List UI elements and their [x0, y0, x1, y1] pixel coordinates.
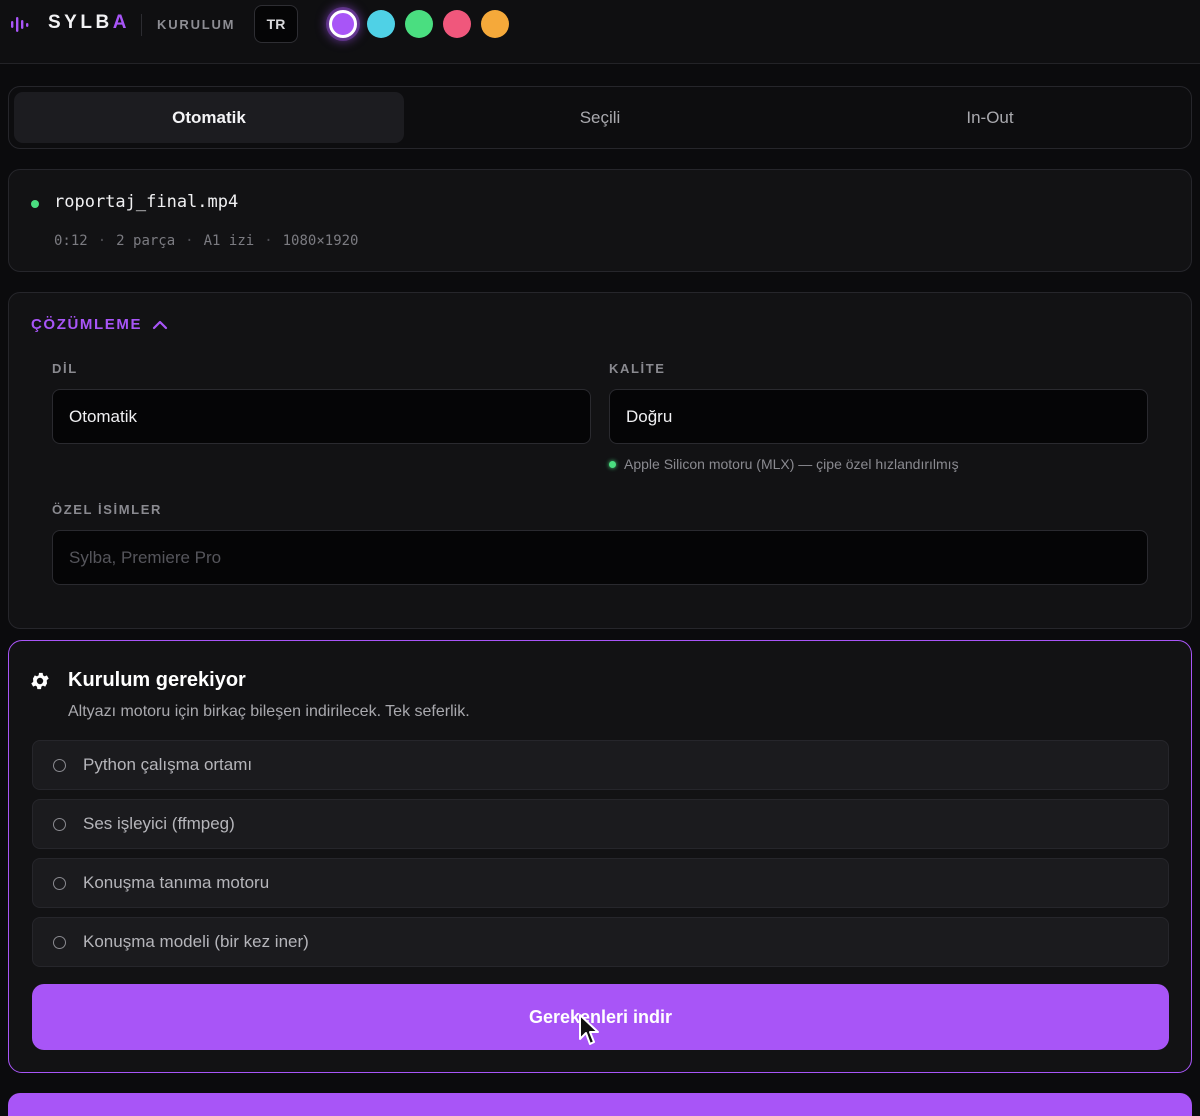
requirement-item: Ses işleyici (ffmpeg) [32, 799, 1169, 849]
file-duration: 0:12 [54, 233, 88, 249]
file-card: roportaj_final.mp4 0:12 · 2 parça · A1 i… [8, 169, 1192, 272]
theme-swatch-pink[interactable] [443, 10, 471, 38]
theme-swatch-purple[interactable] [329, 10, 357, 38]
gear-icon [31, 672, 49, 690]
file-parts: 2 parça [116, 233, 176, 249]
resolution-title: ÇÖZÜMLEME [31, 316, 143, 333]
custom-names-input[interactable]: Sylba, Premiere Pro [52, 530, 1148, 585]
language-label: DİL [52, 361, 78, 376]
resolution-panel: ÇÖZÜMLEME DİL Otomatik KALİTE Doğru Appl… [8, 292, 1192, 629]
requirement-label: Python çalışma ortamı [83, 755, 253, 774]
requirement-label: Konuşma tanıma motoru [83, 873, 270, 892]
brand-logo: SYLBA [48, 12, 130, 33]
download-requirements-button[interactable]: Gerekenleri indir [32, 984, 1169, 1050]
file-meta: 0:12 · 2 parça · A1 izi · 1080×1920 [54, 233, 359, 249]
resolution-toggle[interactable]: ÇÖZÜMLEME [31, 316, 168, 333]
setup-title: Kurulum gerekiyor [68, 669, 246, 691]
requirement-item: Konuşma tanıma motoru [32, 858, 1169, 908]
audio-waveform-icon [11, 17, 29, 32]
header-divider [141, 14, 142, 36]
setup-required-panel: Kurulum gerekiyor Altyazı motoru için bi… [8, 640, 1192, 1073]
tab-secili[interactable]: Seçili [405, 92, 795, 143]
requirement-label: Konuşma modeli (bir kez iner) [83, 932, 309, 951]
theme-swatch-orange[interactable] [481, 10, 509, 38]
requirement-status-icon [53, 876, 66, 890]
file-name: roportaj_final.mp4 [54, 192, 239, 212]
requirement-item: Konuşma modeli (bir kez iner) [32, 917, 1169, 967]
quality-label: KALİTE [609, 361, 666, 376]
theme-swatch-cyan[interactable] [367, 10, 395, 38]
file-track: A1 izi [203, 233, 255, 249]
chevron-up-icon [152, 320, 168, 329]
tab-in-out[interactable]: In-Out [795, 92, 1185, 143]
requirement-status-icon [53, 817, 66, 831]
requirement-status-icon [53, 935, 66, 949]
file-status-dot [31, 200, 39, 208]
file-resolution: 1080×1920 [282, 233, 359, 249]
tab-otomatik[interactable]: Otomatik [14, 92, 404, 143]
app-header: SYLBA KURULUM TR [0, 0, 1200, 64]
requirement-status-icon [53, 758, 66, 772]
requirement-label: Ses işleyici (ffmpeg) [83, 814, 235, 833]
quality-select[interactable]: Doğru [609, 389, 1148, 444]
engine-hint: Apple Silicon motoru (MLX) — çipe özel h… [609, 456, 959, 472]
language-select[interactable]: Otomatik [52, 389, 591, 444]
setup-description: Altyazı motoru için birkaç bileşen indir… [68, 703, 470, 720]
engine-hint-text: Apple Silicon motoru (MLX) — çipe özel h… [624, 456, 959, 472]
requirement-item: Python çalışma ortamı [32, 740, 1169, 790]
mode-tabs: Otomatik Seçili In-Out [8, 86, 1192, 149]
theme-swatch-green[interactable] [405, 10, 433, 38]
section-label: KURULUM [157, 17, 236, 32]
primary-action-button[interactable] [8, 1093, 1192, 1116]
language-button[interactable]: TR [254, 5, 298, 43]
engine-status-dot [609, 460, 616, 468]
custom-names-label: ÖZEL İSİMLER [52, 502, 162, 517]
